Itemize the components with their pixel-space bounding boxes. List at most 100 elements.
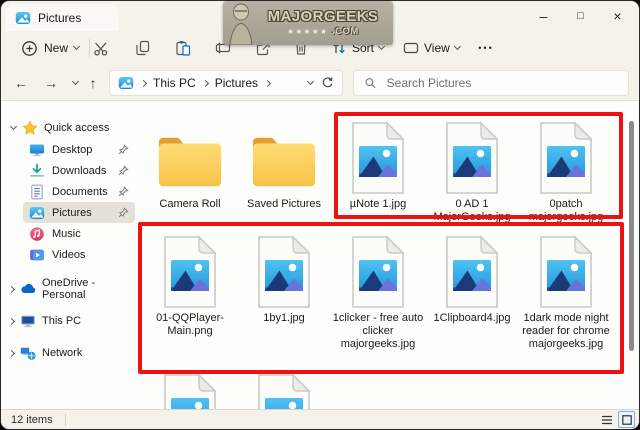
image-file-icon xyxy=(253,373,315,409)
refresh-icon[interactable] xyxy=(320,76,334,90)
pin-icon xyxy=(118,186,129,197)
sidebar-item-this-pc[interactable]: This PC xyxy=(1,309,141,333)
pictures-icon xyxy=(29,205,45,221)
watermark-domain: .COM xyxy=(331,26,359,38)
view-icon xyxy=(403,42,419,54)
search-input[interactable] xyxy=(384,75,618,91)
file-item[interactable]: 1dark mode night reader for chrome major… xyxy=(519,231,613,351)
back-button[interactable]: ← xyxy=(9,71,33,95)
image-file-icon xyxy=(535,235,597,309)
sidebar-item-downloads[interactable]: Downloads xyxy=(23,160,135,181)
image-file-icon xyxy=(159,235,221,309)
address-dropdown-icon[interactable] xyxy=(306,77,315,86)
large-icons-view-toggle[interactable] xyxy=(618,411,635,428)
close-button[interactable]: × xyxy=(599,2,636,30)
item-label: Saved Pictures xyxy=(247,198,321,210)
list-view-icon xyxy=(601,415,612,424)
sidebar-item-desktop[interactable]: Desktop xyxy=(23,139,135,160)
image-file-icon xyxy=(441,235,503,309)
sidebar-item-label: Videos xyxy=(52,248,86,261)
view-button[interactable]: View xyxy=(397,35,466,61)
downloads-icon xyxy=(29,163,45,179)
file-item[interactable]: 1Clipboard4.jpg xyxy=(425,231,519,351)
items-row-1: Camera Roll Saved Pictures µNote 1.jpg 0… xyxy=(143,117,613,224)
chevron-down-icon xyxy=(72,42,81,51)
image-file-icon xyxy=(535,121,597,195)
cut-button[interactable] xyxy=(85,36,117,60)
item-label: 1dark mode night reader for chrome major… xyxy=(522,312,610,350)
majorgeeks-watermark: MAJORGEEKS ★★★★★ .COM xyxy=(223,1,393,45)
pin-icon xyxy=(118,165,129,176)
main-area: Quick access Desktop Downloads Documents… xyxy=(1,101,639,409)
folder-item[interactable]: Saved Pictures xyxy=(237,117,331,224)
sidebar-item-quick-access[interactable]: Quick access xyxy=(1,117,141,139)
chevron-right-icon[interactable] xyxy=(201,79,209,87)
pin-icon xyxy=(118,207,129,218)
item-label: 0 AD 1 MajorGeeks.jpg xyxy=(433,198,511,223)
chevron-right-icon[interactable] xyxy=(264,79,272,87)
sidebar-item-label: Downloads xyxy=(52,164,107,177)
vertical-scrollbar[interactable] xyxy=(628,103,636,407)
sidebar-item-label: Documents xyxy=(52,185,108,198)
onedrive-cloud-icon xyxy=(20,281,36,297)
sidebar-item-label: This PC xyxy=(42,315,82,327)
majorgeeks-mascot-icon xyxy=(229,3,253,45)
chevron-down-icon xyxy=(453,42,461,51)
item-label: µNote 1.jpg xyxy=(349,198,407,210)
sidebar-item-documents[interactable]: Documents xyxy=(23,181,135,202)
sidebar-item-onedrive[interactable]: OneDrive - Personal xyxy=(1,277,141,301)
sidebar-item-music[interactable]: Music xyxy=(23,223,135,244)
maximize-button[interactable]: □ xyxy=(562,2,599,30)
sidebar-item-label: Pictures xyxy=(52,206,92,219)
breadcrumb-this-pc[interactable]: This PC xyxy=(153,76,196,90)
watermark-title: MAJORGEEKS xyxy=(267,8,379,26)
image-file-icon xyxy=(253,235,315,309)
sidebar-item-network[interactable]: Network xyxy=(1,341,141,365)
chevron-right-icon[interactable] xyxy=(7,317,16,325)
sidebar-item-label: Music xyxy=(52,227,81,240)
copy-icon xyxy=(136,40,150,56)
item-label: 1Clipboard4.jpg xyxy=(433,312,511,324)
sidebar-item-label: Network xyxy=(42,347,83,359)
item-label: 1clicker - free auto clicker majorgeeks.… xyxy=(332,312,424,350)
sidebar-item-label: Desktop xyxy=(52,143,93,156)
desktop-icon xyxy=(29,142,45,158)
minimize-button[interactable]: – xyxy=(525,2,562,30)
up-button[interactable]: ↑ xyxy=(81,71,105,95)
item-label: 1by1.jpg xyxy=(263,312,305,324)
forward-button[interactable]: → xyxy=(39,71,63,95)
plus-circle-icon xyxy=(22,40,37,56)
pin-icon xyxy=(118,144,129,155)
sidebar-item-pictures[interactable]: Pictures xyxy=(23,202,135,223)
chevron-right-icon[interactable] xyxy=(7,349,16,357)
item-label: Camera Roll xyxy=(159,198,221,210)
sidebar-item-videos[interactable]: Videos xyxy=(23,244,135,265)
chevron-right-icon[interactable] xyxy=(7,285,16,293)
see-more-button[interactable]: ••• xyxy=(471,36,501,60)
folder-item[interactable]: Camera Roll xyxy=(143,117,237,224)
explorer-tab[interactable]: Pictures xyxy=(6,4,118,31)
file-item[interactable]: 1by1.jpg xyxy=(237,231,331,351)
paste-button[interactable] xyxy=(167,36,199,60)
music-icon xyxy=(29,226,45,242)
image-file-icon xyxy=(347,121,409,195)
chevron-down-icon[interactable] xyxy=(9,122,18,131)
search-box[interactable] xyxy=(353,70,629,96)
chevron-right-icon[interactable] xyxy=(139,79,148,87)
quick-access-label: Quick access xyxy=(44,122,110,134)
file-item[interactable] xyxy=(237,369,331,409)
image-file-icon xyxy=(347,235,409,309)
copy-button[interactable] xyxy=(127,36,159,60)
file-item[interactable]: 0 AD 1 MajorGeeks.jpg xyxy=(425,117,519,224)
details-view-toggle[interactable] xyxy=(598,411,615,428)
scrollbar-thumb[interactable] xyxy=(629,121,634,351)
view-button-label: View xyxy=(424,41,450,55)
file-item[interactable] xyxy=(143,369,237,409)
new-button[interactable]: New xyxy=(13,35,87,61)
breadcrumb-pictures[interactable]: Pictures xyxy=(215,76,258,90)
file-item[interactable]: 1clicker - free auto clicker majorgeeks.… xyxy=(331,231,425,351)
file-item[interactable]: 01-QQPlayer-Main.png xyxy=(143,231,237,351)
file-item[interactable]: 0patch majorgeeks.jpg xyxy=(519,117,613,224)
breadcrumb[interactable]: This PC Pictures xyxy=(109,70,343,96)
file-item[interactable]: µNote 1.jpg xyxy=(331,117,425,224)
